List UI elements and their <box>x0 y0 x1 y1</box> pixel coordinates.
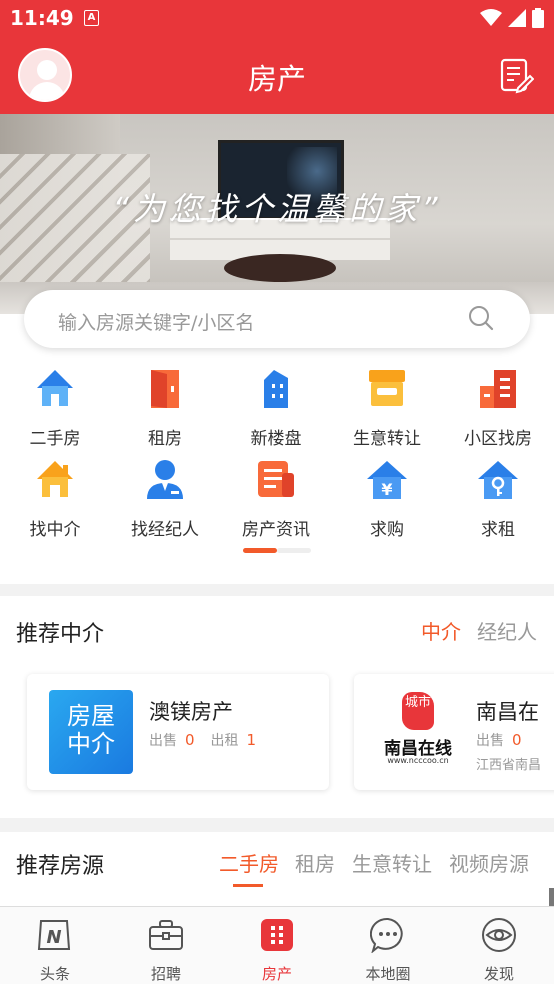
nav-label: 发现 <box>483 965 514 983</box>
shop-icon <box>369 370 405 406</box>
page-indicator-inactive <box>277 548 311 553</box>
nav-label: 招聘 <box>150 965 181 983</box>
rent-count: 1 <box>246 731 257 749</box>
yuan-house-icon: ¥ <box>367 461 407 499</box>
category-label: 租房 <box>148 429 182 449</box>
banner-slogan: “为您找个温馨的家” <box>112 190 442 228</box>
nav-zhaopin[interactable]: 招聘 <box>121 917 211 984</box>
category-qiugou[interactable]: ¥ 求购 <box>332 457 442 540</box>
agency-address: 江西省南昌 <box>476 758 542 773</box>
tab-shengyizhuanrang[interactable]: 生意转让 <box>352 848 432 877</box>
status-time: 11:49 <box>10 6 74 30</box>
door-icon <box>151 370 179 408</box>
search-placeholder: 输入房源关键字/小区名 <box>58 312 255 334</box>
category-label: 新楼盘 <box>250 429 302 449</box>
system-indicators <box>480 8 544 28</box>
nav-bendiquan[interactable]: 本地圈 <box>343 917 433 984</box>
tab-agency[interactable]: 中介 <box>421 616 461 645</box>
recommended-agencies-section: 推荐中介 中介 经纪人 房屋 中介 澳镁房产 出售 0 出租 1 城市 南昌在线 ww… <box>0 596 554 818</box>
category-qiuzu[interactable]: 求租 <box>443 457 553 540</box>
category-label: 小区找房 <box>464 429 532 449</box>
agency-card[interactable]: 房屋 中介 澳镁房产 出售 0 出租 1 <box>27 674 329 790</box>
tab-ershoufang[interactable]: 二手房 <box>219 848 279 877</box>
category-panel <box>0 314 554 584</box>
apartment-icon <box>480 370 516 408</box>
search-input[interactable]: 输入房源关键字/小区名 <box>24 290 530 348</box>
property-grid-icon <box>261 919 293 951</box>
category-label: 找经纪人 <box>131 520 199 540</box>
category-zhaojingjiren[interactable]: 找经纪人 <box>110 457 220 540</box>
category-label: 找中介 <box>29 520 81 540</box>
page-indicator-active <box>243 548 277 553</box>
sale-count: 0 <box>512 731 522 749</box>
section-title: 推荐房源 <box>16 854 105 879</box>
signal-icon <box>508 9 526 27</box>
agency-stats: 出售 0 出租 1 <box>149 730 272 750</box>
post-edit-icon[interactable] <box>500 58 534 94</box>
sale-label: 出售 <box>476 733 504 749</box>
chat-bubble-icon <box>369 917 403 954</box>
briefcase-icon <box>149 920 183 950</box>
active-tab-underline <box>233 884 263 887</box>
search-icon[interactable] <box>468 305 494 331</box>
agency-logo: 城市 南昌在线 www.ncccoo.cn <box>376 690 460 774</box>
wifi-icon <box>480 9 502 26</box>
news-n-icon: N <box>37 920 71 950</box>
nav-fangchan[interactable]: 房产 <box>232 917 322 984</box>
recommended-listings-section: 推荐房源 二手房 租房 生意转让 视频房源 <box>0 832 554 912</box>
nav-label: 头条 <box>39 965 70 983</box>
agency-card[interactable]: 城市 南昌在线 www.ncccoo.cn 南昌在 出售 0 江西省南昌 <box>354 674 554 790</box>
key-house-icon <box>478 461 518 499</box>
category-label: 生意转让 <box>353 429 421 449</box>
tab-shipinfangyuan[interactable]: 视频房源 <box>449 848 529 877</box>
category-label: 二手房 <box>29 429 81 449</box>
svg-text:¥: ¥ <box>381 480 392 499</box>
sale-label: 出售 <box>149 733 177 749</box>
nav-label: 本地圈 <box>365 965 411 983</box>
tab-agent[interactable]: 经纪人 <box>477 616 537 645</box>
news-icon <box>258 461 294 497</box>
nav-label: 房产 <box>261 965 292 983</box>
status-bar: 11:49 A <box>0 0 554 36</box>
category-label: 房产资讯 <box>242 520 310 540</box>
section-title: 推荐中介 <box>16 622 105 647</box>
category-fangchanzixun[interactable]: 房产资讯 <box>221 457 331 540</box>
notification-a-icon: A <box>84 10 99 26</box>
svg-text:N: N <box>46 927 61 948</box>
house-icon <box>37 370 73 406</box>
nav-toutiao[interactable]: N 头条 <box>10 917 100 984</box>
bottom-navigation: N 头条 招聘 房产 本地圈 发现 <box>0 906 554 984</box>
building-icon <box>264 370 288 408</box>
sale-count: 0 <box>185 731 195 749</box>
page-indicator <box>243 548 311 553</box>
tab-zufang[interactable]: 租房 <box>295 848 335 877</box>
agency-name: 南昌在 <box>476 700 539 724</box>
page-title: 房产 <box>247 62 306 96</box>
agency-logo-line1: 房屋 <box>67 702 115 730</box>
agency-name: 澳镁房产 <box>149 700 233 724</box>
scrollbar[interactable] <box>549 888 554 906</box>
agency-logo: 房屋 中介 <box>49 690 133 774</box>
rent-label: 出租 <box>210 733 239 749</box>
app-header: 房产 <box>0 36 554 114</box>
agency-logo-line1: 城市 <box>404 695 431 710</box>
battery-icon <box>532 8 544 28</box>
agency-house-icon <box>37 461 73 497</box>
category-xinloupan[interactable]: 新楼盘 <box>221 366 331 449</box>
category-label: 求租 <box>481 520 515 540</box>
app-screen: 11:49 A 房产 “为您找个温馨的家” 输入房源关键字/小区名 二手房 租房… <box>0 0 554 984</box>
category-xiaoquzhaofang[interactable]: 小区找房 <box>443 366 553 449</box>
agency-stats: 出售 0 <box>476 730 538 750</box>
eye-icon <box>482 918 516 952</box>
category-ershoufang[interactable]: 二手房 <box>0 366 110 449</box>
category-zhaozhongjie[interactable]: 找中介 <box>0 457 110 540</box>
promo-banner[interactable]: “为您找个温馨的家” <box>0 114 554 314</box>
category-label: 求购 <box>370 520 404 540</box>
agent-icon <box>147 460 183 499</box>
agency-logo-url: www.ncccoo.cn <box>387 756 449 765</box>
category-shengyizhuanrang[interactable]: 生意转让 <box>332 366 442 449</box>
category-zufang[interactable]: 租房 <box>110 366 220 449</box>
agency-logo-line2: 中介 <box>67 730 115 758</box>
nav-faxian[interactable]: 发现 <box>454 917 544 984</box>
